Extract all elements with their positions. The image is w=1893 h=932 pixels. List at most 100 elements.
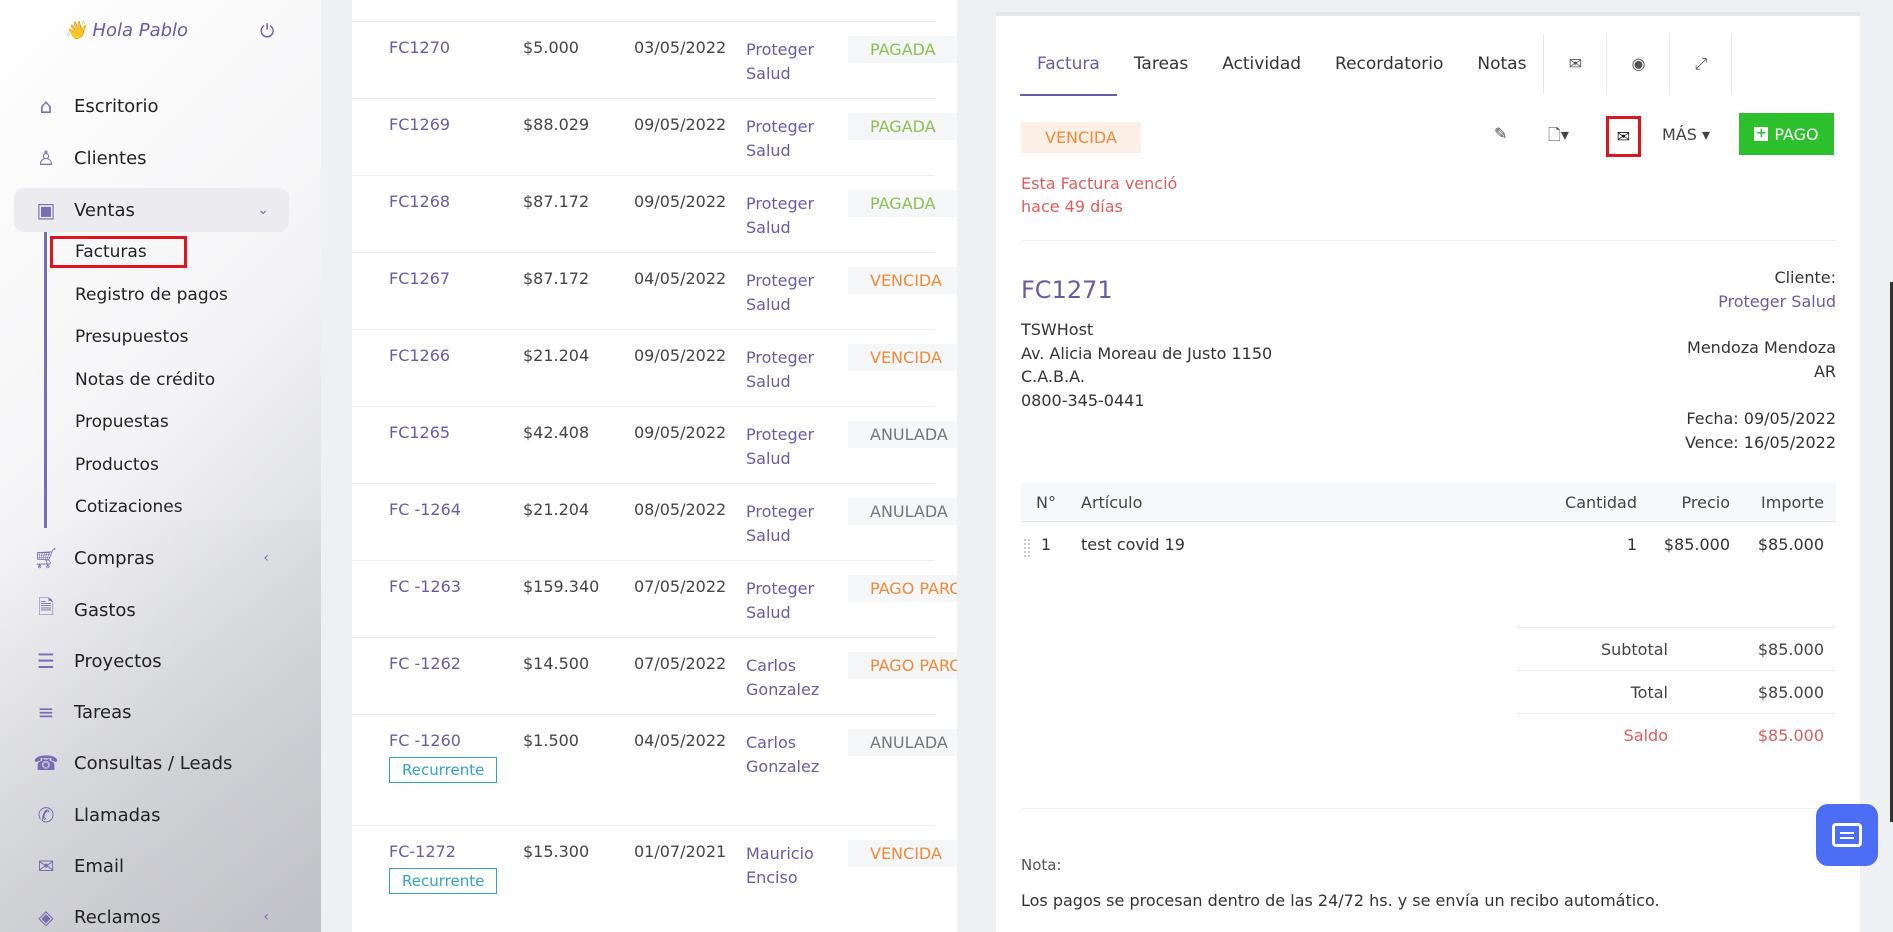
invoice-client-link[interactable]: Proteger Salud	[746, 577, 814, 625]
col-qty: Cantidad	[1565, 493, 1637, 512]
tab-recordatorio[interactable]: Recordatorio	[1318, 46, 1460, 96]
table-row[interactable]: FC1269 $88.029 09/05/2022 Proteger Salud …	[352, 98, 957, 175]
sidebar-subitem-propuestas[interactable]: Propuestas	[75, 412, 169, 432]
invoice-amount: $159.340	[523, 577, 600, 596]
table-row[interactable]: FC1266 $21.204 09/05/2022 Proteger Salud …	[352, 329, 957, 406]
table-row[interactable]: FC1267 $87.172 04/05/2022 Proteger Salud …	[352, 252, 957, 329]
tab-tareas[interactable]: Tareas	[1117, 46, 1205, 96]
table-row[interactable]: FC1268 $87.172 09/05/2022 Proteger Salud …	[352, 175, 957, 252]
table-row[interactable]: FC1265 $42.408 09/05/2022 Proteger Salud …	[352, 406, 957, 483]
invoice-number-link[interactable]: FC -1264	[389, 500, 461, 519]
table-row[interactable]: FC -1260 Recurrente $1.500 04/05/2022 Ca…	[352, 714, 957, 825]
sidebar-subitem-productos[interactable]: Productos	[75, 455, 159, 475]
sidebar-item-compras[interactable]: 🛒︎ Compras ‹	[14, 536, 289, 580]
invoice-client-link[interactable]: Mauricio Enciso	[746, 842, 814, 890]
user-greeting[interactable]: 👋 Hola Pablo	[64, 20, 188, 41]
client-line1: Mauricio	[746, 844, 814, 863]
table-row[interactable]: FC-1272 Recurrente $15.300 01/07/2021 Ma…	[352, 825, 957, 932]
total-row: Total $85.000	[1516, 670, 1836, 713]
client-line2: Salud	[746, 64, 791, 83]
sidebar-item-label: Reclamos	[74, 906, 161, 928]
sidebar-item-label: Gastos	[74, 599, 136, 621]
invoice-client-link[interactable]: Proteger Salud	[746, 192, 814, 240]
status-badge: VENCIDA	[848, 840, 957, 867]
invoice-number-link[interactable]: FC -1260	[389, 731, 461, 750]
tab-factura[interactable]: Factura	[1020, 46, 1117, 96]
total-label: Total	[1630, 683, 1668, 702]
invoice-number-link[interactable]: FC1267	[389, 269, 450, 288]
invoice-client-link[interactable]: Carlos Gonzalez	[746, 654, 819, 702]
invoice-number-link[interactable]: FC1268	[389, 192, 450, 211]
sidebar-item-proyectos[interactable]: ☰ Proyectos	[14, 639, 289, 683]
invoice-number-link[interactable]: FC1269	[389, 115, 450, 134]
table-row[interactable]: FC -1264 $21.204 08/05/2022 Proteger Salu…	[352, 483, 957, 560]
envelope-icon: ✉	[37, 854, 55, 878]
add-payment-button[interactable]: + PAGO	[1739, 113, 1834, 155]
sidebar-subitem-registro-pagos[interactable]: Registro de pagos	[75, 285, 228, 305]
sidebar-subitem-presupuestos[interactable]: Presupuestos	[75, 327, 188, 347]
invoice-number-link[interactable]: FC -1262	[389, 654, 461, 673]
invoice-date: 07/05/2022	[634, 654, 727, 673]
tab-actividad[interactable]: Actividad	[1205, 46, 1318, 96]
table-row: 1 test covid 19 1 $85.000 $85.000	[1021, 524, 1836, 564]
table-row[interactable]: FC1270 $5.000 03/05/2022 Proteger Salud P…	[352, 21, 957, 98]
client-line1: Proteger	[746, 579, 815, 598]
invoice-number-link[interactable]: FC -1263	[389, 577, 461, 596]
sidebar-item-label: Consultas / Leads	[74, 752, 233, 774]
sidebar-item-reclamos[interactable]: ◈ Reclamos ‹	[14, 895, 289, 932]
invoice-client-link[interactable]: Proteger Salud	[746, 269, 814, 317]
send-email-button[interactable]: ✉	[1606, 116, 1641, 157]
invoice-number-link[interactable]: FC1270	[389, 38, 450, 57]
client-line1: Proteger	[746, 194, 815, 213]
sidebar-item-label: Email	[74, 855, 124, 877]
client-link[interactable]: Proteger Salud	[1718, 290, 1836, 314]
invoice-client-link[interactable]: Proteger Salud	[746, 346, 814, 394]
expand-icon[interactable]: ⤢	[1669, 34, 1733, 94]
chat-button[interactable]	[1816, 804, 1878, 866]
invoice-number-link[interactable]: FC1265	[389, 423, 450, 442]
recurring-badge: Recurrente	[389, 868, 498, 894]
invoice-number-link[interactable]: FC-1272	[389, 842, 456, 861]
item-amount: $85.000	[1757, 535, 1824, 554]
invoice-client-link[interactable]: Carlos Gonzalez	[746, 731, 819, 779]
status-badge: VENCIDA	[848, 267, 957, 294]
invoice-number-link[interactable]: FC1266	[389, 346, 450, 365]
item-name: test covid 19	[1081, 535, 1185, 554]
invoice-client-link[interactable]: Proteger Salud	[746, 115, 814, 163]
invoice-number: FC1271	[1021, 276, 1113, 304]
invoice-date: 04/05/2022	[634, 731, 727, 750]
sidebar-item-tareas[interactable]: ≡ Tareas	[14, 690, 289, 734]
tag-icon: ◈	[38, 905, 54, 929]
more-dropdown[interactable]: MÁS ▾	[1662, 125, 1710, 144]
table-row[interactable]: FC -1262 $14.500 07/05/2022 Carlos Gonzal…	[352, 637, 957, 714]
table-row[interactable]: FC -1263 $159.340 07/05/2022 Proteger Sal…	[352, 560, 957, 637]
eye-icon[interactable]: ◉	[1606, 34, 1669, 94]
sidebar-item-escritorio[interactable]: ⌂ Escritorio	[14, 84, 289, 128]
sidebar-item-llamadas[interactable]: ✆ Llamadas	[14, 793, 289, 837]
invoice-date: 07/05/2022	[634, 577, 727, 596]
chevron-left-icon: ‹	[263, 550, 269, 566]
sidebar-item-ventas[interactable]: ▣ Ventas ⌄	[14, 188, 289, 232]
sidebar-subitem-notas-credito[interactable]: Notas de crédito	[75, 370, 215, 390]
sidebar-item-email[interactable]: ✉ Email	[14, 844, 289, 888]
invoice-date: 09/05/2022	[634, 423, 727, 442]
tab-notas[interactable]: Notas	[1460, 46, 1543, 96]
power-icon[interactable]: ⏻	[260, 21, 280, 42]
invoice-client-link[interactable]: Proteger Salud	[746, 423, 814, 471]
sidebar-item-label: Compras	[74, 547, 155, 569]
drag-handle-icon[interactable]	[1023, 538, 1031, 558]
edit-icon[interactable]: ✎	[1494, 124, 1507, 143]
divider	[1021, 240, 1836, 241]
envelope-open-icon[interactable]: ✉	[1543, 34, 1606, 94]
plus-icon: +	[1754, 126, 1769, 141]
sidebar-item-gastos[interactable]: 🗎 Gastos	[14, 588, 289, 632]
more-label: MÁS	[1662, 125, 1697, 144]
pdf-dropdown-icon[interactable]: 🗋▾	[1548, 124, 1569, 151]
saldo-label: Saldo	[1623, 726, 1668, 745]
sidebar-item-clientes[interactable]: ♙ Clientes	[14, 136, 289, 180]
invoice-client-link[interactable]: Proteger Salud	[746, 500, 814, 548]
sidebar-subitem-cotizaciones[interactable]: Cotizaciones	[75, 497, 183, 517]
client-line2: Gonzalez	[746, 680, 820, 699]
invoice-client-link[interactable]: Proteger Salud	[746, 38, 814, 86]
sidebar-item-consultas[interactable]: ☎ Consultas / Leads	[14, 741, 289, 785]
